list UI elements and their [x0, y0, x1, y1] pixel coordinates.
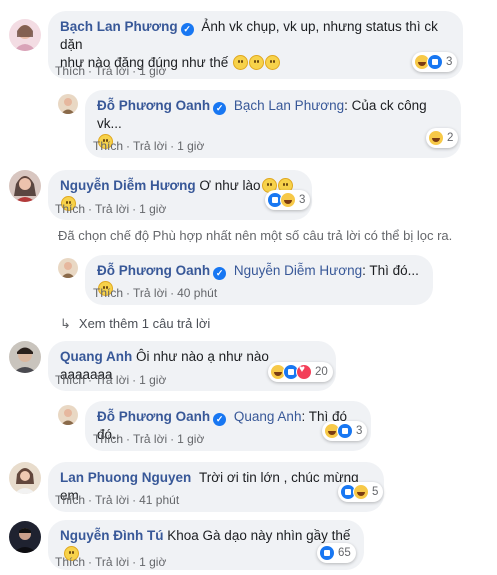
- reaction-count: 3: [356, 425, 363, 437]
- reaction-summary[interactable]: 3: [265, 190, 311, 210]
- reply-link[interactable]: Trả lời: [133, 286, 167, 300]
- reaction-summary[interactable]: 5: [338, 482, 384, 502]
- avatar-photo: [61, 98, 75, 114]
- comment-author[interactable]: Đỗ Phương Oanh: [97, 98, 210, 113]
- see-more-label: Xem thêm 1 câu trả lời: [78, 316, 211, 331]
- reply-link[interactable]: Trả lời: [133, 432, 167, 446]
- comment-actions: Thích · Trả lời · 1 giờ: [55, 64, 167, 78]
- avatar-photo: [61, 262, 75, 278]
- comment-author[interactable]: Nguyễn Đình Tú: [60, 528, 164, 543]
- comment-author[interactable]: Quang Anh: [60, 349, 132, 364]
- like-link[interactable]: Thích: [55, 64, 85, 78]
- avatar-photo: [13, 528, 37, 553]
- reaction-summary[interactable]: 3: [412, 52, 458, 72]
- like-link[interactable]: Thích: [93, 139, 123, 153]
- comment-text: : Thì đó...: [362, 263, 419, 278]
- timestamp[interactable]: 41 phút: [139, 493, 179, 507]
- reply-link[interactable]: Trả lời: [95, 493, 129, 507]
- verified-badge-icon: ✓: [213, 267, 227, 280]
- timestamp[interactable]: 1 giờ: [139, 202, 166, 216]
- smile-emoji-icon: [264, 55, 280, 70]
- avatar-photo: [61, 409, 75, 425]
- timestamp[interactable]: 1 giờ: [139, 64, 166, 78]
- avatar[interactable]: [58, 405, 78, 425]
- reaction-count: 3: [446, 56, 453, 68]
- comment-actions: Thích · Trả lời · 1 giờ: [55, 373, 167, 387]
- reaction-count: 20: [315, 366, 328, 378]
- avatar[interactable]: [9, 462, 41, 494]
- reply-link[interactable]: Trả lời: [133, 139, 167, 153]
- reaction-count: 5: [372, 486, 379, 498]
- like-link[interactable]: Thích: [55, 493, 85, 507]
- mention-link[interactable]: Nguyễn Diễm Hương: [234, 263, 362, 278]
- comment-actions: Thích · Trả lời · 1 giờ: [55, 202, 167, 216]
- avatar[interactable]: [9, 170, 41, 202]
- comment-author[interactable]: Bạch Lan Phương: [60, 19, 178, 34]
- like-reaction-icon: [319, 545, 335, 561]
- reaction-count: 2: [447, 132, 454, 144]
- verified-badge-icon: ✓: [180, 23, 194, 36]
- comment-text: Khoa Gà dạo này nhìn gầy thế: [167, 528, 351, 543]
- comment-actions: Thích · Trả lời · 40 phút: [93, 286, 218, 300]
- comment-author[interactable]: Đỗ Phương Oanh: [97, 409, 210, 424]
- smile-emoji-icon: [248, 55, 264, 70]
- love-reaction-icon: [296, 364, 312, 380]
- avatar[interactable]: [9, 341, 41, 373]
- reply-arrow-icon: ↳: [60, 316, 71, 331]
- timestamp[interactable]: 40 phút: [177, 286, 217, 300]
- like-reaction-icon: [427, 54, 443, 70]
- comment-actions: Thích · Trả lời · 1 giờ: [93, 432, 205, 446]
- like-link[interactable]: Thích: [93, 432, 123, 446]
- like-link[interactable]: Thích: [55, 555, 85, 569]
- see-more-replies-link[interactable]: ↳ Xem thêm 1 câu trả lời: [60, 316, 210, 332]
- timestamp[interactable]: 1 giờ: [177, 139, 204, 153]
- like-link[interactable]: Thích: [93, 286, 123, 300]
- reply-link[interactable]: Trả lời: [95, 202, 129, 216]
- reply-link[interactable]: Trả lời: [95, 64, 129, 78]
- haha-reaction-icon: [428, 130, 444, 146]
- comment-text: Ơ như lào: [199, 178, 261, 193]
- reaction-summary[interactable]: 20: [268, 362, 333, 382]
- verified-badge-icon: ✓: [213, 102, 227, 115]
- mention-link[interactable]: Quang Anh: [234, 409, 302, 424]
- timestamp[interactable]: 1 giờ: [139, 555, 166, 569]
- timestamp[interactable]: 1 giờ: [177, 432, 204, 446]
- verified-badge-icon: ✓: [213, 413, 227, 426]
- comment-author[interactable]: Nguyễn Diễm Hương: [60, 178, 196, 193]
- avatar-photo: [14, 25, 36, 51]
- reply-link[interactable]: Trả lời: [95, 555, 129, 569]
- reply-link[interactable]: Trả lời: [95, 373, 129, 387]
- comment-actions: Thích · Trả lời · 1 giờ: [55, 555, 167, 569]
- reaction-count: 3: [299, 194, 306, 206]
- like-link[interactable]: Thích: [55, 202, 85, 216]
- reaction-count: 65: [338, 547, 351, 559]
- avatar[interactable]: [9, 521, 41, 553]
- like-reaction-icon: [337, 423, 353, 439]
- avatar-photo: [13, 347, 37, 373]
- reaction-summary[interactable]: 3: [322, 421, 368, 441]
- comment-author[interactable]: Lan Phuong Nguyen: [60, 470, 191, 485]
- haha-reaction-icon: [280, 192, 296, 208]
- filter-notice: Đã chọn chế độ Phù hợp nhất nên một số c…: [58, 228, 453, 243]
- haha-reaction-icon: [353, 484, 369, 500]
- reaction-summary[interactable]: 2: [426, 128, 459, 148]
- smile-emoji-icon: [232, 55, 248, 70]
- comment-actions: Thích · Trả lời · 41 phút: [55, 493, 180, 507]
- timestamp[interactable]: 1 giờ: [139, 373, 166, 387]
- comment-author[interactable]: Đỗ Phương Oanh: [97, 263, 210, 278]
- avatar[interactable]: [58, 258, 78, 278]
- avatar-photo: [14, 468, 36, 494]
- reaction-summary[interactable]: 65: [317, 543, 356, 563]
- like-link[interactable]: Thích: [55, 373, 85, 387]
- avatar[interactable]: [58, 94, 78, 114]
- avatar-photo: [14, 176, 36, 202]
- avatar[interactable]: [9, 19, 41, 51]
- comment-actions: Thích · Trả lời · 1 giờ: [93, 139, 205, 153]
- mention-link[interactable]: Bạch Lan Phương: [234, 98, 344, 113]
